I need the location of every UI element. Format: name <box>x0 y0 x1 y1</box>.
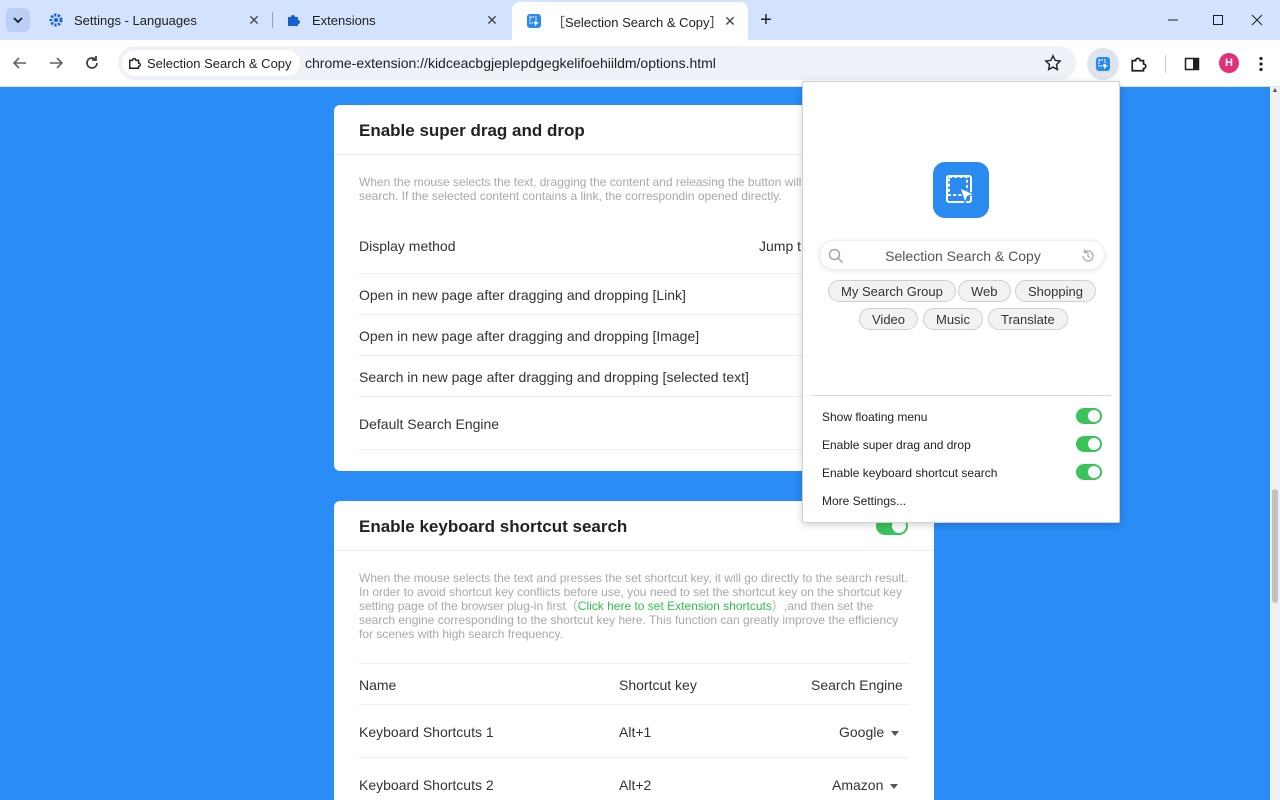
selection-search-logo <box>933 162 989 218</box>
close-icon <box>1251 14 1263 26</box>
close-icon[interactable]: ✕ <box>484 12 500 28</box>
site-chip-label: Selection Search & Copy <box>147 55 292 71</box>
toolbar-separator <box>1165 55 1166 73</box>
display-method-label: Display method <box>359 238 456 254</box>
back-button[interactable] <box>7 50 33 76</box>
side-panel-button[interactable] <box>1176 48 1208 80</box>
popup-search-input[interactable] <box>850 245 1076 267</box>
browser-menu-button[interactable] <box>1249 48 1273 80</box>
tab-title: Settings - Languages <box>74 12 197 28</box>
search-engine-value: Google <box>839 724 885 740</box>
more-settings-link[interactable]: More Settings... <box>822 494 906 508</box>
drag-link-label: Open in new page after dragging and drop… <box>359 287 686 303</box>
selection-search-icon <box>1096 57 1110 71</box>
column-header-name: Name <box>359 677 397 693</box>
close-icon[interactable]: ✕ <box>246 12 262 28</box>
maximize-icon <box>1213 15 1223 25</box>
drag-image-label: Open in new page after dragging and drop… <box>359 328 700 344</box>
super-drag-label: Enable super drag and drop <box>822 438 971 452</box>
reload-button[interactable] <box>79 50 105 76</box>
divider <box>359 757 909 758</box>
divider <box>359 704 909 705</box>
minimize-icon <box>1168 19 1178 21</box>
drag-text-label: Search in new page after dragging and dr… <box>359 369 749 385</box>
divider <box>334 550 934 551</box>
chip-translate[interactable]: Translate <box>988 308 1068 330</box>
extensions-menu-button[interactable] <box>1123 48 1155 80</box>
tab-extensions[interactable]: Extensions ✕ <box>272 4 510 36</box>
chip-video[interactable]: Video <box>859 308 919 330</box>
search-engine-value: Amazon <box>832 777 884 793</box>
history-icon[interactable] <box>1080 248 1096 264</box>
selection-search-extension-button[interactable] <box>1087 48 1119 80</box>
caret-down-icon <box>890 783 899 789</box>
extension-popup: My Search Group Web Shopping Video Music… <box>802 81 1120 523</box>
avatar[interactable]: H <box>1219 53 1239 73</box>
address-bar[interactable]: Selection Search & Copy chrome-extension… <box>118 46 1076 80</box>
default-engine-label: Default Search Engine <box>359 416 500 432</box>
star-icon[interactable] <box>1042 52 1064 74</box>
tab-search-button[interactable] <box>6 8 30 32</box>
shortcut-key: Alt+1 <box>619 724 652 740</box>
chip-web[interactable]: Web <box>958 280 1011 302</box>
arrow-left-icon <box>12 57 26 69</box>
page-scrollbar[interactable]: ▲ <box>1270 87 1280 800</box>
selection-search-icon <box>527 14 541 28</box>
shortcut-name: Keyboard Shortcuts 2 <box>359 777 494 793</box>
divider <box>811 395 1111 396</box>
toggle-knob <box>1088 466 1100 478</box>
tab-settings-languages[interactable]: Settings - Languages ✕ <box>34 4 272 36</box>
kebab-menu-icon <box>1259 56 1263 72</box>
divider <box>359 663 909 664</box>
forward-button[interactable] <box>43 50 69 76</box>
reload-icon <box>86 56 98 69</box>
keyboard-shortcut-popup-toggle[interactable] <box>1076 464 1102 480</box>
puzzle-icon <box>1131 57 1147 72</box>
keyboard-shortcut-label: Enable keyboard shortcut search <box>822 466 998 480</box>
tab-selection-search[interactable]: ［Selection Search & Copy］ ✕ <box>512 2 748 40</box>
card-description: When the mouse selects the text and pres… <box>359 571 909 641</box>
column-header-search-engine: Search Engine <box>811 677 903 693</box>
chip-my-search-group[interactable]: My Search Group <box>828 280 956 302</box>
caret-down-icon <box>891 730 900 736</box>
toggle-knob <box>1088 438 1100 450</box>
browser-toolbar: Selection Search & Copy chrome-extension… <box>0 40 1280 87</box>
chevron-down-icon <box>13 17 23 24</box>
shortcut-key: Alt+2 <box>619 777 652 793</box>
shortcut-name: Keyboard Shortcuts 1 <box>359 724 494 740</box>
window-close-button[interactable] <box>1234 0 1280 40</box>
search-icon <box>828 248 843 263</box>
gear-icon <box>49 13 63 27</box>
puzzle-icon <box>288 15 300 26</box>
tab-title: ［Selection Search & Copy］ <box>552 14 722 30</box>
chip-music[interactable]: Music <box>923 308 983 330</box>
puzzle-icon <box>129 58 141 69</box>
card-title: Enable keyboard shortcut search <box>359 517 628 536</box>
keyboard-shortcut-card: Enable keyboard shortcut search When the… <box>334 501 934 800</box>
site-info-chip[interactable]: Selection Search & Copy <box>122 50 300 76</box>
scroll-up-icon[interactable]: ▲ <box>1271 87 1279 94</box>
show-floating-menu-label: Show floating menu <box>822 410 928 424</box>
search-engine-select[interactable]: Amazon <box>832 777 899 793</box>
side-panel-icon <box>1184 57 1200 71</box>
card-title: Enable super drag and drop <box>359 121 585 140</box>
tab-title: Extensions <box>312 12 376 28</box>
toggle-knob <box>1088 410 1100 422</box>
column-header-shortcut-key: Shortcut key <box>619 677 697 693</box>
show-floating-menu-toggle[interactable] <box>1076 408 1102 424</box>
minimize-button[interactable] <box>1150 0 1196 40</box>
popup-search-box <box>819 240 1105 270</box>
url-text[interactable]: chrome-extension://kidceacbgjeplepdgegke… <box>305 55 716 71</box>
search-engine-select[interactable]: Google <box>839 724 900 740</box>
close-icon[interactable]: ✕ <box>722 13 738 29</box>
tab-strip: Settings - Languages ✕ Extensions ✕ ［Sel… <box>0 0 1280 40</box>
extension-shortcuts-link[interactable]: Click here to set Extension shortcuts <box>578 599 772 613</box>
super-drag-toggle[interactable] <box>1076 436 1102 452</box>
arrow-right-icon <box>50 57 64 69</box>
scroll-thumb[interactable] <box>1272 489 1278 603</box>
new-tab-button[interactable]: + <box>754 8 778 32</box>
chip-shopping[interactable]: Shopping <box>1015 280 1096 302</box>
display-method-select[interactable]: Jump t <box>759 238 801 254</box>
